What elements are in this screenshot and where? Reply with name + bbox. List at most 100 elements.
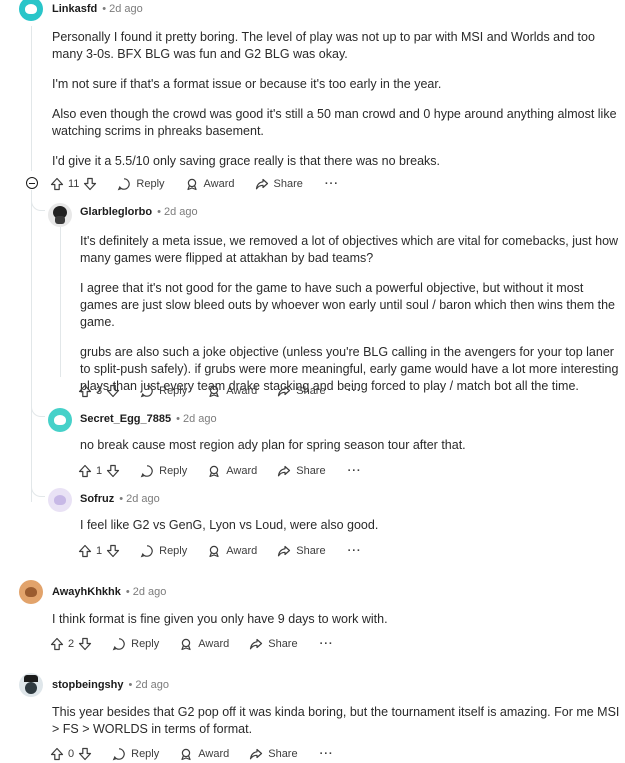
award-button[interactable]: Award [185, 177, 235, 191]
thread-line [60, 227, 61, 377]
award-button[interactable]: Award [179, 747, 229, 761]
timestamp[interactable]: 2d ago [126, 493, 160, 505]
comment-body: I think format is fine given you only ha… [52, 611, 622, 628]
vote-count: 0 [68, 748, 75, 760]
separator-dot: • [102, 3, 107, 15]
award-button[interactable]: Award [207, 384, 257, 398]
award-button[interactable]: Award [207, 544, 257, 558]
thread-elbow [31, 199, 45, 211]
reply-button[interactable]: Reply [140, 464, 187, 478]
timestamp[interactable]: 2d ago [109, 3, 143, 15]
more-options-button[interactable]: ··· [348, 545, 362, 557]
reply-label: Reply [159, 385, 188, 397]
award-button[interactable]: Award [207, 464, 257, 478]
reply-button[interactable]: Reply [140, 544, 187, 558]
reply-label: Reply [159, 465, 188, 477]
thread-line [31, 190, 32, 502]
downvote-icon[interactable] [78, 637, 92, 651]
comment-paragraph: I'm not sure if that's a format issue or… [52, 77, 442, 91]
upvote-icon[interactable] [50, 637, 64, 651]
timestamp[interactable]: 2d ago [135, 679, 169, 691]
username[interactable]: stopbeingshy [52, 679, 124, 691]
vote-group: 0 [50, 747, 92, 761]
share-button[interactable]: Share [277, 384, 326, 398]
upvote-icon[interactable] [78, 464, 92, 478]
comment-meta: stopbeingshy • 2d ago [52, 678, 169, 692]
share-label: Share [273, 178, 303, 190]
vote-group: 3 [78, 384, 120, 398]
reply-icon [112, 748, 125, 761]
share-button[interactable]: Share [249, 747, 298, 761]
comment-actions: 11 Reply Award Share ··· [50, 175, 339, 193]
downvote-icon[interactable] [106, 544, 120, 558]
collapse-thread-button[interactable] [26, 177, 38, 189]
comment-actions: 2 Reply Award Share ··· [50, 635, 334, 653]
timestamp[interactable]: 2d ago [133, 586, 167, 598]
username[interactable]: Linkasfd [52, 3, 97, 15]
timestamp[interactable]: 2d ago [164, 206, 198, 218]
username[interactable]: Glarbleglorbo [80, 206, 152, 218]
award-button[interactable]: Award [179, 637, 229, 651]
upvote-icon[interactable] [50, 747, 64, 761]
reply-button[interactable]: Reply [112, 747, 159, 761]
award-icon [186, 178, 197, 191]
upvote-icon[interactable] [78, 384, 92, 398]
comment-paragraph: I agree that it's not good for the game … [80, 281, 616, 329]
username[interactable]: AwayhKhkhk [52, 586, 121, 598]
reply-label: Reply [131, 748, 160, 760]
more-options-button[interactable]: ··· [325, 178, 339, 190]
award-label: Award [203, 178, 235, 190]
award-label: Award [226, 545, 258, 557]
downvote-icon[interactable] [78, 747, 92, 761]
username[interactable]: Secret_Egg_7885 [80, 413, 171, 425]
separator-dot: • [176, 413, 180, 425]
share-icon [255, 178, 268, 190]
comment-body: This year besides that G2 pop off it was… [52, 704, 622, 738]
award-label: Award [226, 465, 258, 477]
share-icon [278, 465, 291, 477]
separator-dot: • [119, 493, 124, 505]
downvote-icon[interactable] [83, 177, 97, 191]
avatar[interactable] [19, 0, 43, 21]
upvote-icon[interactable] [78, 544, 92, 558]
share-button[interactable]: Share [255, 177, 303, 191]
share-label: Share [296, 465, 326, 477]
avatar[interactable] [48, 408, 72, 432]
reply-icon [140, 385, 153, 398]
comment-actions: 1 Reply Award Share ··· [78, 542, 362, 560]
reply-button[interactable]: Reply [117, 177, 165, 191]
timestamp[interactable]: 2d ago [183, 413, 217, 425]
avatar[interactable] [48, 203, 72, 227]
share-button[interactable]: Share [277, 464, 326, 478]
vote-group: 11 [50, 177, 97, 191]
thread-line [31, 26, 32, 171]
username[interactable]: Sofruz [80, 493, 114, 505]
more-options-button[interactable]: ··· [348, 385, 362, 397]
share-label: Share [268, 638, 298, 650]
avatar[interactable] [19, 580, 43, 604]
award-icon [209, 545, 219, 558]
downvote-icon[interactable] [106, 384, 120, 398]
comment-body: I feel like G2 vs GenG, Lyon vs Loud, we… [80, 517, 622, 534]
award-icon [181, 748, 191, 761]
comment-actions: 3 Reply Award Share ··· [78, 382, 362, 400]
share-icon [278, 545, 291, 557]
separator-dot: • [125, 586, 130, 598]
downvote-icon[interactable] [106, 464, 120, 478]
reply-button[interactable]: Reply [140, 384, 187, 398]
more-options-button[interactable]: ··· [320, 638, 334, 650]
share-icon [278, 385, 291, 397]
award-label: Award [226, 385, 258, 397]
upvote-icon[interactable] [50, 177, 64, 191]
reply-button[interactable]: Reply [112, 637, 159, 651]
share-icon [250, 638, 263, 650]
share-button[interactable]: Share [277, 544, 326, 558]
more-options-button[interactable]: ··· [320, 748, 334, 760]
avatar[interactable] [48, 488, 72, 512]
award-icon [209, 465, 219, 478]
more-options-button[interactable]: ··· [348, 465, 362, 477]
comment-actions: 1 Reply Award Share ··· [78, 462, 362, 480]
comment-body: no break cause most region ady plan for … [80, 437, 622, 454]
avatar[interactable] [19, 673, 43, 697]
share-button[interactable]: Share [249, 637, 298, 651]
